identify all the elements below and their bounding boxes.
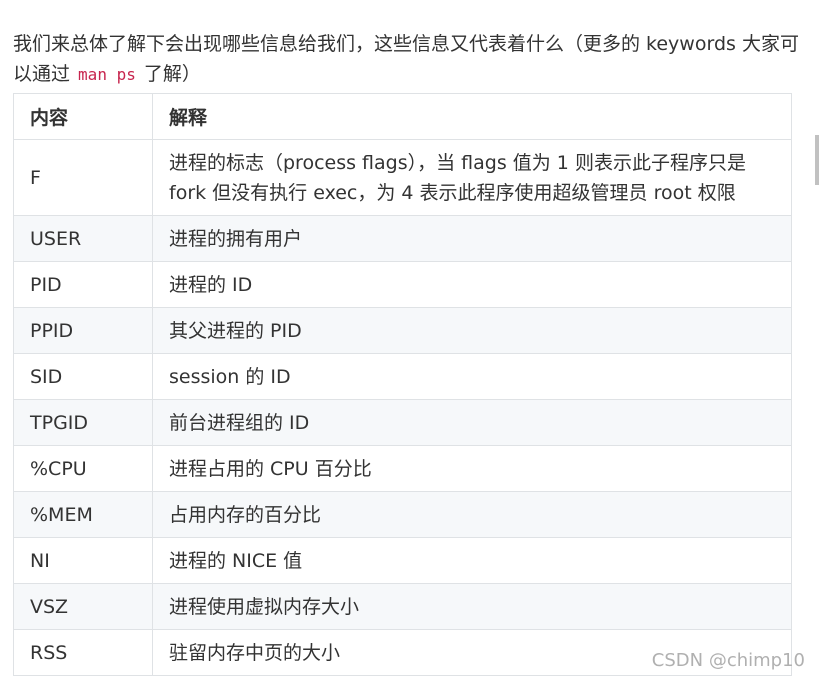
field-name: USER [13,215,153,262]
field-name: PID [13,261,153,308]
table-row: PID 进程的 ID [13,261,792,308]
field-explanation: 进程的 ID [152,261,792,308]
field-name: F [13,139,153,216]
field-name: SID [13,353,153,400]
table-row: NI 进程的 NICE 值 [13,537,792,584]
table-row: F 进程的标志（process flags），当 flags 值为 1 则表示此… [13,139,792,216]
intro-text-after: 了解） [137,63,201,85]
field-explanation: 进程使用虚拟内存大小 [152,583,792,630]
field-explanation: 占用内存的百分比 [152,491,792,538]
field-explanation: 进程占用的 CPU 百分比 [152,445,792,492]
inline-code: man ps [78,65,136,84]
field-explanation: 前台进程组的 ID [152,399,792,446]
field-explanation: 其父进程的 PID [152,307,792,354]
field-explanation: 进程的拥有用户 [152,215,792,262]
field-name: PPID [13,307,153,354]
table-row: USER 进程的拥有用户 [13,215,792,262]
header-explanation: 解释 [152,93,792,140]
header-content: 内容 [13,93,153,140]
process-fields-table: 内容 解释 F 进程的标志（process flags），当 flags 值为 … [13,93,792,676]
field-explanation: 进程的 NICE 值 [152,537,792,584]
field-name: VSZ [13,583,153,630]
watermark: CSDN @chimp10 [651,650,805,671]
table-row: PPID 其父进程的 PID [13,307,792,354]
table-row: SID session 的 ID [13,353,792,400]
field-name: %MEM [13,491,153,538]
field-explanation: 进程的标志（process flags），当 flags 值为 1 则表示此子程… [152,139,792,216]
table-header-row: 内容 解释 [13,93,792,140]
field-explanation: session 的 ID [152,353,792,400]
field-name: RSS [13,629,153,676]
field-name: %CPU [13,445,153,492]
table-row: %MEM 占用内存的百分比 [13,491,792,538]
table-row: TPGID 前台进程组的 ID [13,399,792,446]
intro-paragraph: 我们来总体了解下会出现哪些信息给我们，这些信息又代表着什么（更多的 keywor… [13,29,803,90]
field-name: TPGID [13,399,153,446]
field-name: NI [13,537,153,584]
table-row: %CPU 进程占用的 CPU 百分比 [13,445,792,492]
scrollbar-thumb[interactable] [815,135,819,185]
table-row: VSZ 进程使用虚拟内存大小 [13,583,792,630]
